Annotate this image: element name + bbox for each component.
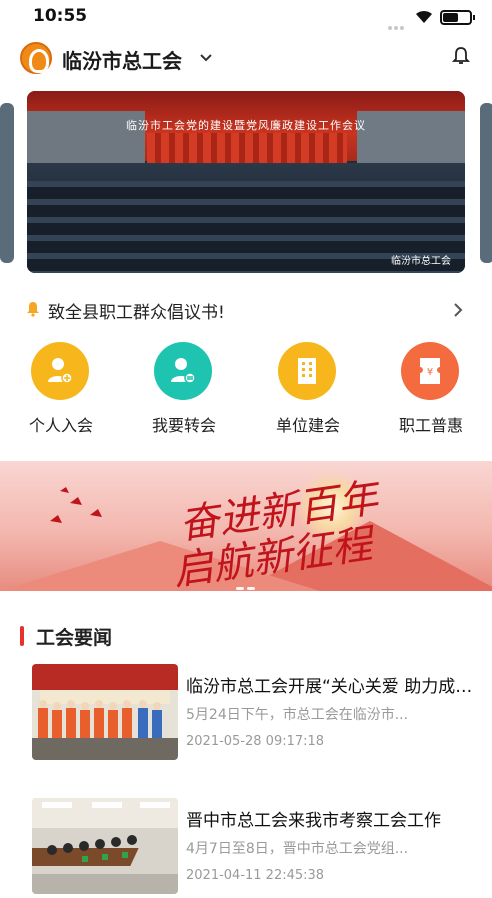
banner-stage-text: 临汾市工会党的建设暨党风廉政建设工作会议 (126, 119, 366, 132)
building-icon (278, 342, 336, 400)
union-logo-icon (20, 42, 52, 74)
quick-actions: 个人入会 我要转会 单位建会 ¥ 职工普惠 (0, 342, 492, 442)
person-transfer-icon (154, 342, 212, 400)
action-label: 单位建会 (275, 416, 340, 435)
section-accent (20, 626, 24, 646)
action-label: 个人入会 (28, 416, 93, 435)
news-date: 2021-04-11 22:45:38 (186, 868, 325, 883)
status-time: 10:55 (33, 6, 88, 26)
bell-icon[interactable] (452, 46, 470, 66)
banner-flags (147, 133, 347, 163)
person-add-icon (31, 342, 89, 400)
news-thumbnail (32, 664, 178, 760)
news-summary: 4月7日至8日，晋中市总工会党组... (186, 841, 409, 857)
chevron-down-icon[interactable] (198, 49, 214, 65)
section-title: 工会要闻 (36, 627, 113, 649)
news-date: 2021-05-28 09:17:18 (186, 734, 325, 749)
banner-next-peek[interactable] (480, 103, 492, 263)
action-join-union[interactable]: 个人入会 (15, 342, 107, 442)
action-label: 我要转会 (151, 416, 216, 435)
news-summary: 5月24日下午，市总工会在临汾市... (186, 707, 409, 723)
banner-prev-peek[interactable] (0, 103, 14, 263)
action-transfer[interactable]: 我要转会 (138, 342, 230, 442)
city-selector-label[interactable]: 临汾市总工会 (62, 45, 182, 74)
promo-banner[interactable]: 奋进新百年 启航新征程 (0, 461, 492, 591)
action-benefits[interactable]: ¥ 职工普惠 (385, 342, 477, 442)
news-title: 临汾市总工会开展“关心关爱 助力成长” (186, 677, 480, 697)
svg-text:¥: ¥ (427, 367, 433, 378)
status-bar: 10:55 (0, 0, 492, 34)
app-header: 临汾市总工会 (0, 36, 492, 80)
banner-watermark: 临汾市总工会 (391, 256, 451, 267)
battery-icon (440, 10, 475, 25)
carousel-indicator (236, 575, 260, 590)
news-item[interactable]: 晋中市总工会来我市考察工会工作 4月7日至8日，晋中市总工会党组... 2021… (32, 798, 472, 898)
notice-bar[interactable]: 致全县职工群众倡议书! (26, 296, 466, 324)
notice-text: 致全县职工群众倡议书! (48, 303, 225, 323)
banner-carousel[interactable]: 临汾市工会党的建设暨党风廉政建设工作会议 临汾市总工会 (27, 91, 465, 273)
news-title: 晋中市总工会来我市考察工会工作 (186, 811, 441, 831)
chevron-right-icon[interactable] (452, 302, 464, 318)
signal-icon (388, 15, 410, 30)
news-thumbnail (32, 798, 178, 894)
wifi-icon (416, 10, 432, 23)
ticket-icon: ¥ (401, 342, 459, 400)
news-item[interactable]: 临汾市总工会开展“关心关爱 助力成长” 5月24日下午，市总工会在临汾市... … (32, 664, 480, 764)
action-label: 职工普惠 (398, 416, 463, 435)
notice-bell-icon (27, 302, 39, 317)
action-build-union[interactable]: 单位建会 (262, 342, 354, 442)
birds-icon (50, 487, 102, 523)
